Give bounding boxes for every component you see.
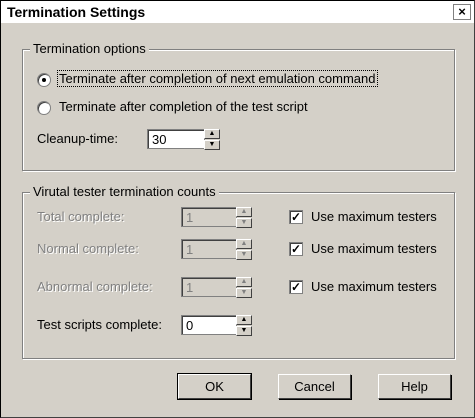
radio-next-command[interactable] — [37, 73, 51, 87]
total-complete-label: Total complete: — [37, 209, 125, 224]
cancel-button[interactable]: Cancel — [278, 374, 351, 399]
cleanup-time-input[interactable]: 30 — [147, 129, 205, 149]
down-arrow-icon[interactable]: ▼ — [236, 326, 252, 336]
cleanup-time-stepper[interactable]: 30 ▲ ▼ — [147, 129, 220, 151]
use-max-total-label[interactable]: Use maximum testers — [311, 209, 437, 224]
up-arrow-icon[interactable]: ▲ — [236, 239, 252, 249]
abnormal-complete-stepper[interactable]: 1 ▲ ▼ — [181, 277, 252, 299]
tester-counts-legend: Virutal tester termination counts — [30, 184, 219, 199]
termination-settings-dialog: Termination Settings × Termination optio… — [0, 0, 475, 418]
title-bar: Termination Settings × — [1, 1, 474, 23]
down-arrow-icon[interactable]: ▼ — [204, 140, 220, 150]
radio-test-script[interactable] — [37, 101, 51, 115]
test-scripts-complete-input[interactable]: 0 — [181, 315, 237, 335]
ok-button[interactable]: OK — [177, 373, 252, 400]
abnormal-complete-label: Abnormal complete: — [37, 279, 153, 294]
use-max-total-checkbox[interactable]: ✓ — [289, 210, 303, 224]
use-max-abnormal-label[interactable]: Use maximum testers — [311, 279, 437, 294]
radio-next-command-text: Terminate after completion of next emula… — [57, 70, 378, 87]
normal-complete-input[interactable]: 1 — [181, 239, 237, 259]
use-max-normal-checkbox[interactable]: ✓ — [289, 242, 303, 256]
up-arrow-icon[interactable]: ▲ — [204, 129, 220, 139]
up-arrow-icon[interactable]: ▲ — [236, 277, 252, 287]
use-max-abnormal-checkbox[interactable]: ✓ — [289, 280, 303, 294]
down-arrow-icon[interactable]: ▼ — [236, 218, 252, 228]
radio-next-command-label[interactable]: Terminate after completion of next emula… — [57, 70, 378, 87]
test-scripts-complete-stepper[interactable]: 0 ▲ ▼ — [181, 315, 252, 337]
test-scripts-complete-label: Test scripts complete: — [37, 317, 162, 332]
total-complete-stepper[interactable]: 1 ▲ ▼ — [181, 207, 252, 229]
cleanup-time-label: Cleanup-time: — [37, 131, 118, 146]
normal-complete-label: Normal complete: — [37, 241, 139, 256]
use-max-normal-label[interactable]: Use maximum testers — [311, 241, 437, 256]
up-arrow-icon[interactable]: ▲ — [236, 207, 252, 217]
help-button[interactable]: Help — [378, 374, 451, 399]
termination-options-legend: Termination options — [30, 41, 149, 56]
down-arrow-icon[interactable]: ▼ — [236, 250, 252, 260]
dialog-title: Termination Settings — [7, 4, 146, 20]
down-arrow-icon[interactable]: ▼ — [236, 288, 252, 298]
up-arrow-icon[interactable]: ▲ — [236, 315, 252, 325]
total-complete-input[interactable]: 1 — [181, 207, 237, 227]
abnormal-complete-input[interactable]: 1 — [181, 277, 237, 297]
radio-test-script-label[interactable]: Terminate after completion of the test s… — [59, 99, 308, 114]
close-icon[interactable]: × — [453, 4, 471, 20]
normal-complete-stepper[interactable]: 1 ▲ ▼ — [181, 239, 252, 261]
